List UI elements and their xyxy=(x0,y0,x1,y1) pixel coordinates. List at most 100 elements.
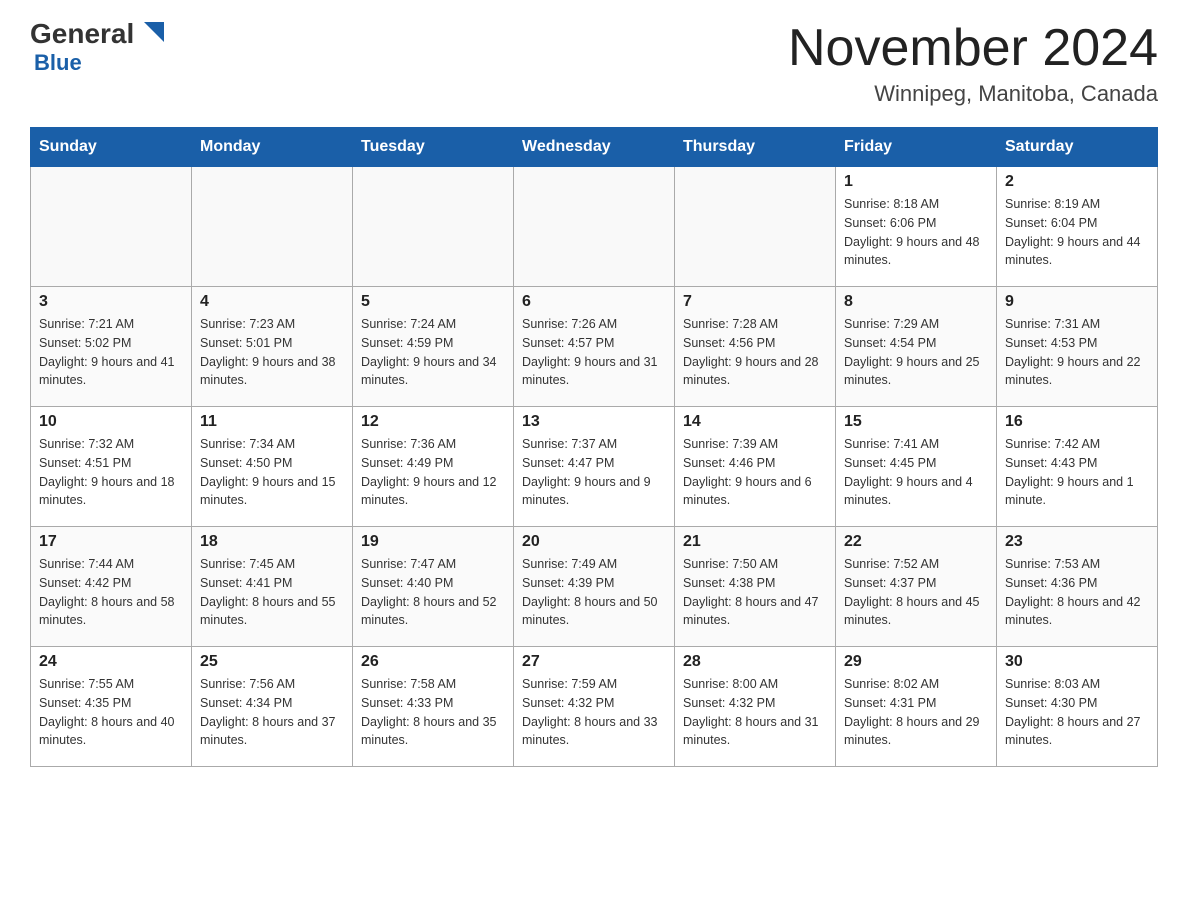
calendar-week-row: 24 Sunrise: 7:55 AM Sunset: 4:35 PM Dayli… xyxy=(31,647,1158,767)
calendar-cell: 4 Sunrise: 7:23 AM Sunset: 5:01 PM Daylig… xyxy=(192,287,353,407)
day-number: 25 xyxy=(200,653,344,671)
weekday-header-friday: Friday xyxy=(836,128,997,167)
calendar-cell: 14 Sunrise: 7:39 AM Sunset: 4:46 PM Dayli… xyxy=(675,407,836,527)
day-info: Sunrise: 7:59 AM Sunset: 4:32 PM Dayligh… xyxy=(522,675,666,750)
day-number: 6 xyxy=(522,293,666,311)
calendar-cell: 23 Sunrise: 7:53 AM Sunset: 4:36 PM Dayli… xyxy=(997,527,1158,647)
day-info: Sunrise: 7:32 AM Sunset: 4:51 PM Dayligh… xyxy=(39,435,183,510)
day-info: Sunrise: 7:34 AM Sunset: 4:50 PM Dayligh… xyxy=(200,435,344,510)
day-info: Sunrise: 8:03 AM Sunset: 4:30 PM Dayligh… xyxy=(1005,675,1149,750)
calendar-body: 1 Sunrise: 8:18 AM Sunset: 6:06 PM Daylig… xyxy=(31,167,1158,767)
calendar-cell xyxy=(353,167,514,287)
day-info: Sunrise: 7:44 AM Sunset: 4:42 PM Dayligh… xyxy=(39,555,183,630)
day-info: Sunrise: 7:56 AM Sunset: 4:34 PM Dayligh… xyxy=(200,675,344,750)
day-number: 2 xyxy=(1005,173,1149,191)
weekday-header-tuesday: Tuesday xyxy=(353,128,514,167)
calendar-cell xyxy=(675,167,836,287)
day-number: 10 xyxy=(39,413,183,431)
weekday-header-sunday: Sunday xyxy=(31,128,192,167)
calendar-table: SundayMondayTuesdayWednesdayThursdayFrid… xyxy=(30,127,1158,767)
day-number: 3 xyxy=(39,293,183,311)
day-info: Sunrise: 7:53 AM Sunset: 4:36 PM Dayligh… xyxy=(1005,555,1149,630)
day-number: 12 xyxy=(361,413,505,431)
calendar-cell xyxy=(514,167,675,287)
day-number: 14 xyxy=(683,413,827,431)
calendar-cell: 22 Sunrise: 7:52 AM Sunset: 4:37 PM Dayli… xyxy=(836,527,997,647)
day-info: Sunrise: 7:47 AM Sunset: 4:40 PM Dayligh… xyxy=(361,555,505,630)
day-number: 4 xyxy=(200,293,344,311)
page-header: General Blue November 2024 Winnipeg, Man… xyxy=(30,20,1158,107)
calendar-cell: 16 Sunrise: 7:42 AM Sunset: 4:43 PM Dayli… xyxy=(997,407,1158,527)
weekday-header-monday: Monday xyxy=(192,128,353,167)
calendar-cell: 27 Sunrise: 7:59 AM Sunset: 4:32 PM Dayli… xyxy=(514,647,675,767)
calendar-cell: 2 Sunrise: 8:19 AM Sunset: 6:04 PM Daylig… xyxy=(997,167,1158,287)
calendar-cell: 5 Sunrise: 7:24 AM Sunset: 4:59 PM Daylig… xyxy=(353,287,514,407)
logo-triangle-icon xyxy=(136,16,168,48)
calendar-cell: 7Sunrise: 7:28 AM Sunset: 4:56 PM Daylig… xyxy=(675,287,836,407)
day-info: Sunrise: 8:19 AM Sunset: 6:04 PM Dayligh… xyxy=(1005,195,1149,270)
day-info: Sunrise: 7:42 AM Sunset: 4:43 PM Dayligh… xyxy=(1005,435,1149,510)
calendar-cell: 11 Sunrise: 7:34 AM Sunset: 4:50 PM Dayli… xyxy=(192,407,353,527)
day-info: Sunrise: 7:29 AM Sunset: 4:54 PM Dayligh… xyxy=(844,315,988,390)
calendar-cell: 29Sunrise: 8:02 AM Sunset: 4:31 PM Dayli… xyxy=(836,647,997,767)
calendar-cell: 28 Sunrise: 8:00 AM Sunset: 4:32 PM Dayli… xyxy=(675,647,836,767)
calendar-cell xyxy=(31,167,192,287)
logo-blue-text: Blue xyxy=(30,50,82,76)
calendar-cell: 8 Sunrise: 7:29 AM Sunset: 4:54 PM Daylig… xyxy=(836,287,997,407)
day-info: Sunrise: 7:37 AM Sunset: 4:47 PM Dayligh… xyxy=(522,435,666,510)
day-info: Sunrise: 7:24 AM Sunset: 4:59 PM Dayligh… xyxy=(361,315,505,390)
day-number: 19 xyxy=(361,533,505,551)
calendar-cell: 26Sunrise: 7:58 AM Sunset: 4:33 PM Dayli… xyxy=(353,647,514,767)
day-number: 24 xyxy=(39,653,183,671)
day-info: Sunrise: 7:41 AM Sunset: 4:45 PM Dayligh… xyxy=(844,435,988,510)
day-number: 13 xyxy=(522,413,666,431)
day-info: Sunrise: 8:00 AM Sunset: 4:32 PM Dayligh… xyxy=(683,675,827,750)
day-number: 5 xyxy=(361,293,505,311)
day-number: 28 xyxy=(683,653,827,671)
calendar-cell: 9 Sunrise: 7:31 AM Sunset: 4:53 PM Daylig… xyxy=(997,287,1158,407)
page-title: November 2024 xyxy=(788,20,1158,77)
calendar-week-row: 10 Sunrise: 7:32 AM Sunset: 4:51 PM Dayli… xyxy=(31,407,1158,527)
day-info: Sunrise: 7:26 AM Sunset: 4:57 PM Dayligh… xyxy=(522,315,666,390)
day-number: 21 xyxy=(683,533,827,551)
logo: General Blue xyxy=(30,20,168,76)
weekday-header-thursday: Thursday xyxy=(675,128,836,167)
weekday-header-wednesday: Wednesday xyxy=(514,128,675,167)
day-number: 23 xyxy=(1005,533,1149,551)
day-number: 20 xyxy=(522,533,666,551)
calendar-cell: 13 Sunrise: 7:37 AM Sunset: 4:47 PM Dayli… xyxy=(514,407,675,527)
day-info: Sunrise: 7:52 AM Sunset: 4:37 PM Dayligh… xyxy=(844,555,988,630)
day-number: 27 xyxy=(522,653,666,671)
day-number: 16 xyxy=(1005,413,1149,431)
day-number: 18 xyxy=(200,533,344,551)
day-info: Sunrise: 8:18 AM Sunset: 6:06 PM Dayligh… xyxy=(844,195,988,270)
calendar-week-row: 3 Sunrise: 7:21 AM Sunset: 5:02 PM Daylig… xyxy=(31,287,1158,407)
calendar-cell: 10 Sunrise: 7:32 AM Sunset: 4:51 PM Dayli… xyxy=(31,407,192,527)
day-number: 1 xyxy=(844,173,988,191)
day-info: Sunrise: 7:23 AM Sunset: 5:01 PM Dayligh… xyxy=(200,315,344,390)
day-info: Sunrise: 7:39 AM Sunset: 4:46 PM Dayligh… xyxy=(683,435,827,510)
day-number: 11 xyxy=(200,413,344,431)
day-info: Sunrise: 7:28 AM Sunset: 4:56 PM Dayligh… xyxy=(683,315,827,390)
day-number: 17 xyxy=(39,533,183,551)
day-info: Sunrise: 7:50 AM Sunset: 4:38 PM Dayligh… xyxy=(683,555,827,630)
day-info: Sunrise: 7:21 AM Sunset: 5:02 PM Dayligh… xyxy=(39,315,183,390)
day-info: Sunrise: 7:58 AM Sunset: 4:33 PM Dayligh… xyxy=(361,675,505,750)
calendar-cell: 12 Sunrise: 7:36 AM Sunset: 4:49 PM Dayli… xyxy=(353,407,514,527)
day-number: 9 xyxy=(1005,293,1149,311)
day-info: Sunrise: 7:36 AM Sunset: 4:49 PM Dayligh… xyxy=(361,435,505,510)
day-number: 22 xyxy=(844,533,988,551)
weekday-header-row: SundayMondayTuesdayWednesdayThursdayFrid… xyxy=(31,128,1158,167)
day-info: Sunrise: 7:31 AM Sunset: 4:53 PM Dayligh… xyxy=(1005,315,1149,390)
day-info: Sunrise: 7:55 AM Sunset: 4:35 PM Dayligh… xyxy=(39,675,183,750)
day-number: 29 xyxy=(844,653,988,671)
title-area: November 2024 Winnipeg, Manitoba, Canada xyxy=(788,20,1158,107)
calendar-cell: 17 Sunrise: 7:44 AM Sunset: 4:42 PM Dayli… xyxy=(31,527,192,647)
calendar-cell: 18Sunrise: 7:45 AM Sunset: 4:41 PM Dayli… xyxy=(192,527,353,647)
calendar-cell: 1 Sunrise: 8:18 AM Sunset: 6:06 PM Daylig… xyxy=(836,167,997,287)
logo-general-text: General xyxy=(30,20,134,48)
day-number: 8 xyxy=(844,293,988,311)
day-number: 15 xyxy=(844,413,988,431)
day-info: Sunrise: 7:49 AM Sunset: 4:39 PM Dayligh… xyxy=(522,555,666,630)
calendar-cell xyxy=(192,167,353,287)
